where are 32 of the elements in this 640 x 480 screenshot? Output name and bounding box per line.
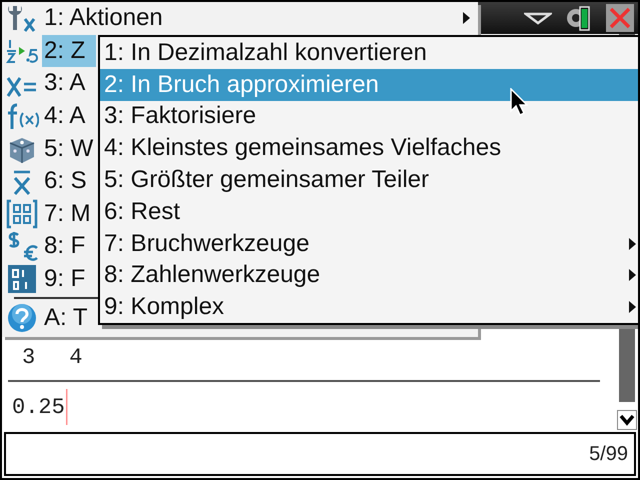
chevron-down-icon xyxy=(619,414,635,426)
history-value: 3 xyxy=(22,345,36,370)
submenu-item[interactable]: 4: Kleinstes gemeinsames Vielfaches xyxy=(100,132,638,164)
menu-item[interactable]: 1: Aktionen xyxy=(42,2,478,35)
submenu-item[interactable]: 8: Zahlenwerkzeuge xyxy=(100,260,638,292)
menu-item[interactable]: A: T xyxy=(42,301,96,334)
scroll-down-button[interactable] xyxy=(617,410,637,430)
matrix-icon xyxy=(5,198,39,229)
menu-item[interactable]: 7: M xyxy=(42,198,96,230)
submenu-item[interactable]: 7: Bruchwerkzeuge xyxy=(100,228,638,260)
text-cursor xyxy=(66,389,68,425)
submenu-item[interactable]: 5: Größter gemeinsamer Teiler xyxy=(100,164,638,196)
submenu-item[interactable]: 3: Faktorisiere xyxy=(100,100,638,132)
submenu-item[interactable]: 6: Rest xyxy=(100,196,638,228)
submenu-item[interactable]: 1: In Dezimalzahl konvertieren xyxy=(100,37,638,69)
menu-item[interactable]: 4: A xyxy=(42,100,96,132)
history-count: 5/99 xyxy=(589,442,628,466)
menu-item[interactable]: 9: F xyxy=(42,262,96,296)
menu-item[interactable]: 8: F xyxy=(42,230,96,263)
binary-icon xyxy=(5,264,39,294)
help-icon xyxy=(7,302,37,333)
menu-item[interactable]: 3: A xyxy=(42,67,96,100)
function-icon xyxy=(5,101,39,132)
history-value: 4 xyxy=(69,345,82,370)
menu-item[interactable]: 5: W xyxy=(42,132,96,165)
tab-down-icon xyxy=(524,11,552,25)
entry-field[interactable]: 0.25 xyxy=(12,394,65,420)
mouse-pointer-icon xyxy=(510,88,528,118)
menu-item[interactable]: 2: Z xyxy=(42,34,96,68)
menu-item[interactable]: 6: S xyxy=(42,164,96,198)
battery-icon xyxy=(566,5,592,31)
submenu-item[interactable]: 9: Komplex xyxy=(100,291,638,324)
